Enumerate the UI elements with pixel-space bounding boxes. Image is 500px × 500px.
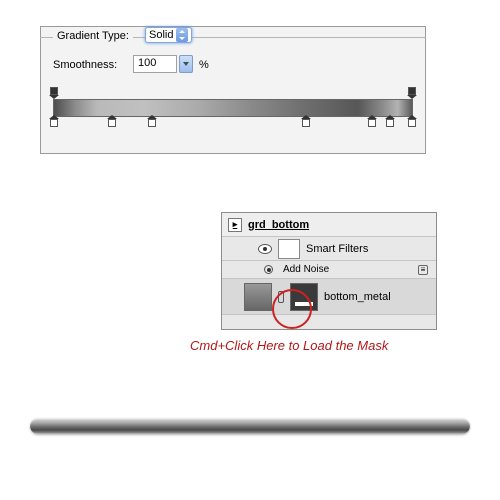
opacity-stop[interactable] bbox=[407, 87, 417, 99]
layer-thumbnail[interactable] bbox=[244, 283, 272, 311]
gradient-editor-panel: Gradient Type: Solid Smoothness: 100 % bbox=[40, 26, 426, 154]
smart-filters-label: Smart Filters bbox=[306, 243, 368, 255]
group-name: grd_bottom bbox=[248, 219, 309, 231]
layer-row[interactable]: bottom_metal bbox=[222, 279, 436, 315]
layer-group-row[interactable]: ▸ grd_bottom bbox=[222, 213, 436, 237]
expand-triangle-icon[interactable]: ▸ bbox=[228, 218, 242, 232]
annotation-text: Cmd+Click Here to Load the Mask bbox=[190, 338, 388, 353]
layers-panel: ▸ grd_bottom Smart Filters Add Noise ≡ b… bbox=[221, 212, 437, 330]
layer-name: bottom_metal bbox=[324, 291, 391, 303]
link-icon[interactable] bbox=[278, 291, 284, 303]
percent-label: % bbox=[199, 59, 209, 71]
filter-item-row[interactable]: Add Noise ≡ bbox=[222, 261, 436, 279]
filter-mask-thumbnail[interactable] bbox=[278, 239, 300, 259]
gradient-type-label: Gradient Type: bbox=[53, 30, 133, 42]
color-stop[interactable] bbox=[407, 119, 417, 131]
smoothness-value: 100 bbox=[138, 57, 156, 69]
smoothness-label: Smoothness: bbox=[53, 59, 117, 71]
smart-filters-row[interactable]: Smart Filters bbox=[222, 237, 436, 261]
color-stop[interactable] bbox=[147, 119, 157, 131]
smoothness-input[interactable]: 100 bbox=[133, 55, 177, 73]
smoothness-dropdown-icon[interactable] bbox=[179, 55, 193, 73]
filter-visibility-icon[interactable] bbox=[264, 265, 273, 274]
layer-mask-thumbnail[interactable] bbox=[290, 283, 318, 311]
gradient-type-value: Solid bbox=[149, 29, 173, 41]
color-stop[interactable] bbox=[49, 119, 59, 131]
rendered-metal-bar bbox=[30, 418, 470, 434]
filter-name: Add Noise bbox=[283, 264, 329, 275]
gradient-type-select[interactable]: Solid bbox=[145, 27, 192, 43]
color-stop[interactable] bbox=[367, 119, 377, 131]
opacity-stop[interactable] bbox=[49, 87, 59, 99]
color-stop[interactable] bbox=[107, 119, 117, 131]
visibility-eye-icon[interactable] bbox=[258, 244, 272, 254]
updown-arrows-icon bbox=[176, 28, 188, 42]
filter-options-icon[interactable]: ≡ bbox=[418, 265, 428, 275]
color-stop[interactable] bbox=[385, 119, 395, 131]
color-stop[interactable] bbox=[301, 119, 311, 131]
